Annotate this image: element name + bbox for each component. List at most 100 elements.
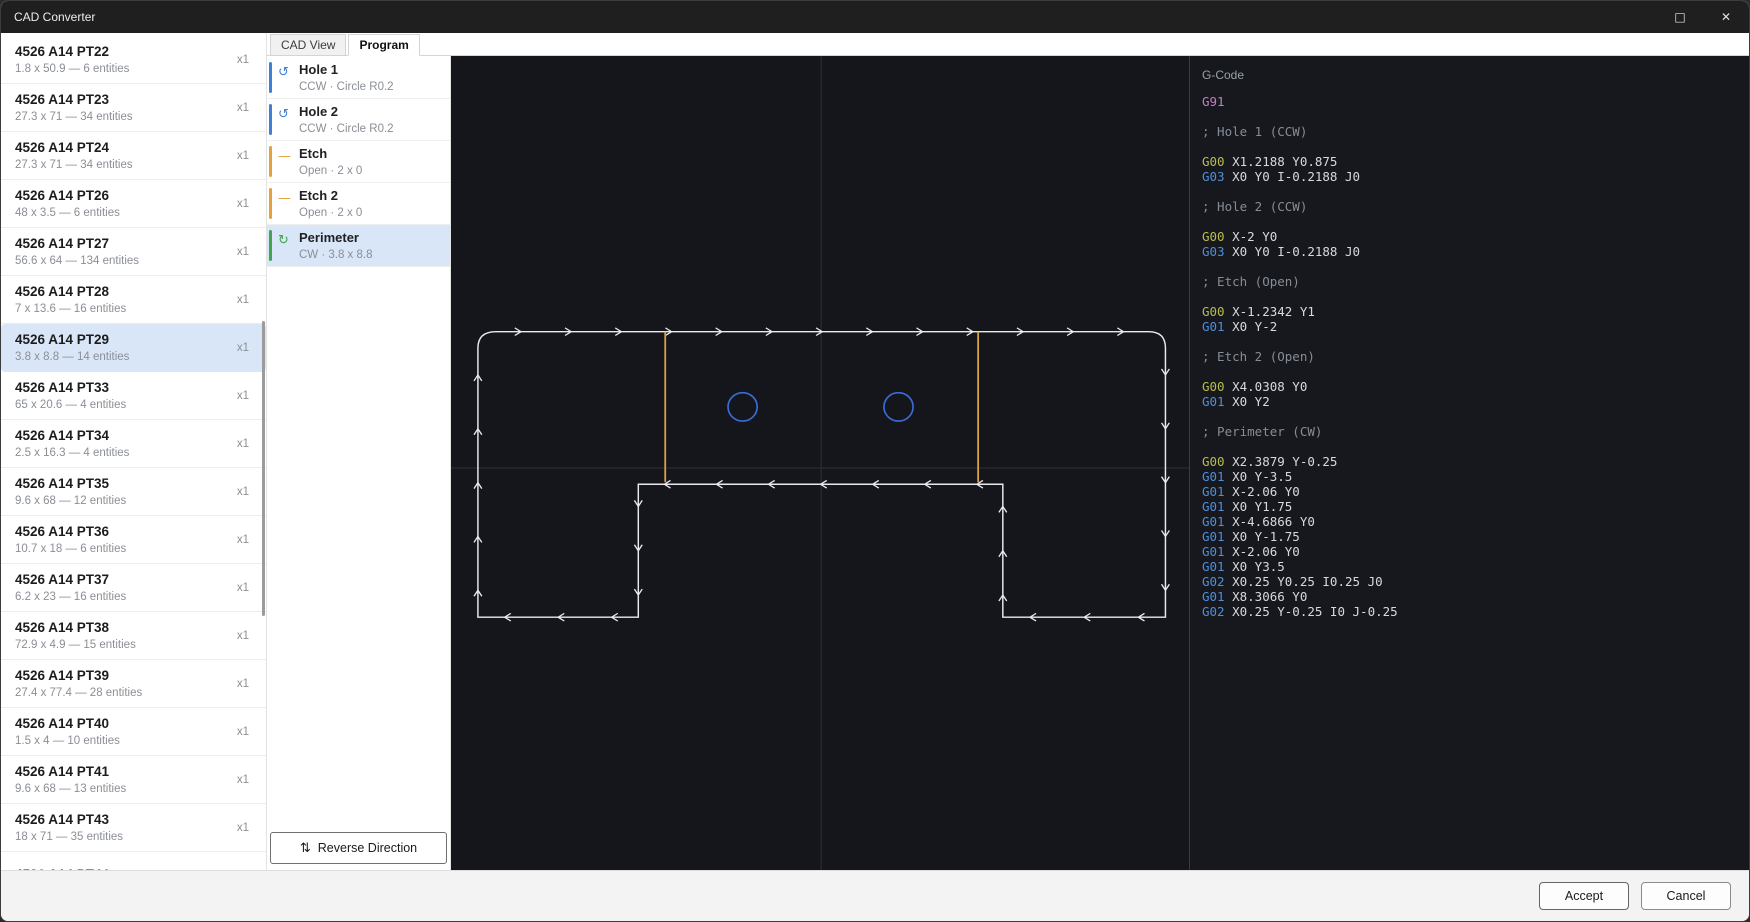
part-name: 4526 A14 PT37 <box>15 572 229 588</box>
part-list-item[interactable]: 4526 A14 PT401.5 x 4 — 10 entitiesx1 <box>1 708 266 756</box>
gcode-args: X2.3879 Y-0.25 <box>1225 454 1338 469</box>
sidebar-scrollbar[interactable] <box>262 321 265 616</box>
part-list-item[interactable]: 4526 A14 PT3927.4 x 77.4 — 28 entitiesx1 <box>1 660 266 708</box>
part-list-item[interactable]: 4526 A14 PT221.8 x 50.9 — 6 entitiesx1 <box>1 36 266 84</box>
reverse-direction-button[interactable]: ⇅ Reverse Direction <box>270 832 447 864</box>
gcode-line <box>1202 439 1737 454</box>
gcode-cmd: G01 <box>1202 499 1225 514</box>
operation-detail: CCW · Circle R0.2 <box>299 81 442 93</box>
part-detail: 48 x 3.5 — 6 entities <box>15 207 229 219</box>
part-detail: 9.6 x 68 — 12 entities <box>15 495 229 507</box>
part-list-item[interactable]: 4526 A14 PT2327.3 x 71 — 34 entitiesx1 <box>1 84 266 132</box>
cad-canvas[interactable] <box>451 56 1189 870</box>
part-list-item[interactable]: 4526 A14 PT293.8 x 8.8 — 14 entitiesx1 <box>1 324 266 372</box>
close-icon[interactable]: ✕ <box>1703 1 1749 33</box>
part-list-item[interactable]: 4526 A14 PT41 9.6 x 68 — 13 entities x1 <box>1 756 266 804</box>
part-detail: 1.5 x 4 — 10 entities <box>15 735 229 747</box>
op-accent-bar <box>269 230 272 261</box>
etch-line-icon: — <box>278 149 291 164</box>
gcode-line: G03 X0 Y0 I-0.2188 J0 <box>1202 169 1737 184</box>
operation-item[interactable]: ↺Hole 2CCW · Circle R0.2 <box>267 99 450 141</box>
gcode-cmd: G00 <box>1202 229 1225 244</box>
gcode-cmd: G01 <box>1202 514 1225 529</box>
cancel-button[interactable]: Cancel <box>1641 882 1731 910</box>
part-list-item[interactable]: 4526 A14 PT3365 x 20.6 — 4 entitiesx1 <box>1 372 266 420</box>
part-name: 4526 A14 PT27 <box>15 236 229 252</box>
tab-body: ↺Hole 1CCW · Circle R0.2↺Hole 2CCW · Cir… <box>267 56 1749 870</box>
gcode-line: G00 X-1.2342 Y1 <box>1202 304 1737 319</box>
tabstrip: CAD ViewProgram <box>267 33 1749 56</box>
accept-button[interactable]: Accept <box>1539 882 1629 910</box>
gcode-args: X0 Y-2 <box>1225 319 1278 334</box>
operation-name: Etch 2 <box>299 189 442 204</box>
gcode-line: G00 X1.2188 Y0.875 <box>1202 154 1737 169</box>
part-name: 4526 A14 PT39 <box>15 668 229 684</box>
gcode-cmd: G01 <box>1202 559 1225 574</box>
part-name: 4526 A14 PT34 <box>15 428 229 444</box>
window: CAD Converter □ ✕ 4526 A14 PT221.8 x 50.… <box>0 0 1750 922</box>
part-list-item[interactable]: 4526 A14 PT3610.7 x 18 — 6 entitiesx1 <box>1 516 266 564</box>
part-detail: 72.9 x 4.9 — 15 entities <box>15 639 229 651</box>
part-list-item[interactable]: 4526 A14 PT2648 x 3.5 — 6 entitiesx1 <box>1 180 266 228</box>
part-info: 4526 A14 PT4318 x 71 — 35 entities <box>15 812 229 843</box>
op-accent-bar <box>269 188 272 219</box>
gcode-line: G01 X0 Y2 <box>1202 394 1737 409</box>
operation-item[interactable]: ↺Hole 1CCW · Circle R0.2 <box>267 57 450 99</box>
gcode-args: X1.2188 Y0.875 <box>1225 154 1338 169</box>
part-qty: x1 <box>237 774 249 786</box>
gcode-line: ; Etch (Open) <box>1202 274 1737 289</box>
part-qty: x1 <box>237 246 249 258</box>
part-detail: 7 x 13.6 — 16 entities <box>15 303 229 315</box>
gcode-line: G01 X-2.06 Y0 <box>1202 484 1737 499</box>
gcode-args: X4.0308 Y0 <box>1225 379 1308 394</box>
part-qty: x1 <box>237 678 249 690</box>
titlebar: CAD Converter □ ✕ <box>1 1 1749 33</box>
gcode-args: X0 Y0 I-0.2188 J0 <box>1225 244 1360 259</box>
gcode-args: X-2.06 Y0 <box>1225 544 1300 559</box>
hole-circle <box>884 393 913 421</box>
part-list-item[interactable]: 4526 A14 PT287 x 13.6 — 16 entitiesx1 <box>1 276 266 324</box>
gcode-line: G02 X0.25 Y-0.25 I0 J-0.25 <box>1202 604 1737 619</box>
part-list-item[interactable]: 4526 A14 PT359.6 x 68 — 12 entitiesx1 <box>1 468 266 516</box>
part-list-item[interactable]: 4526 A14 PT342.5 x 16.3 — 4 entitiesx1 <box>1 420 266 468</box>
tab-program[interactable]: Program <box>348 34 419 56</box>
part-name: 4526 A14 PT26 <box>15 188 229 204</box>
gcode-line: G01 X-2.06 Y0 <box>1202 544 1737 559</box>
operation-item[interactable]: ↻PerimeterCW · 3.8 x 8.8 <box>267 225 450 267</box>
gcode-panel: G-Code G91 ; Hole 1 (CCW) G00 X1.2188 Y0… <box>1189 56 1749 870</box>
part-name: 4526 A14 PT40 <box>15 716 229 732</box>
part-info: 4526 A14 PT2327.3 x 71 — 34 entities <box>15 92 229 123</box>
part-list-item[interactable]: 4526 A14 PT3872.9 x 4.9 — 15 entitiesx1 <box>1 612 266 660</box>
part-name: 4526 A14 PT33 <box>15 380 229 396</box>
gcode-header: G-Code <box>1202 68 1737 82</box>
gcode-cmd: G00 <box>1202 304 1225 319</box>
operation-item[interactable]: —Etch 2Open · 2 x 0 <box>267 183 450 225</box>
tab-cad-view[interactable]: CAD View <box>270 34 346 56</box>
gcode-line: ; Etch 2 (Open) <box>1202 349 1737 364</box>
gcode-line: G00 X-2 Y0 <box>1202 229 1737 244</box>
operation-info: Hole 1 CCW · Circle R0.2 <box>299 63 442 93</box>
part-list-item[interactable]: 4526 A14 PT4318 x 71 — 35 entitiesx1 <box>1 804 266 852</box>
gcode-args: X-4.6866 Y0 <box>1225 514 1315 529</box>
part-name: 4526 A14 PT22 <box>15 44 229 60</box>
operation-info: Etch 2 Open · 2 x 0 <box>299 189 442 219</box>
gcode-lines: G91 ; Hole 1 (CCW) G00 X1.2188 Y0.875G03… <box>1202 94 1737 619</box>
part-info: 4526 A14 PT40 1.5 x 4 — 10 entities <box>15 716 229 747</box>
maximize-icon[interactable]: □ <box>1657 1 1703 33</box>
part-name: 4526 A14 PT41 <box>15 764 229 780</box>
part-list-item[interactable]: 4526 A14 PT2756.6 x 64 — 134 entities x1 <box>1 228 266 276</box>
part-qty: x1 <box>237 342 249 354</box>
part-info: 4526 A14 PT2756.6 x 64 — 134 entities <box>15 236 229 267</box>
part-name: 4526 A14 PT38 <box>15 620 229 636</box>
operation-item[interactable]: —EtchOpen · 2 x 0 <box>267 141 450 183</box>
part-qty: x1 <box>237 390 249 402</box>
operation-detail: Open · 2 x 0 <box>299 207 442 219</box>
gcode-line: G01 X0 Y3.5 <box>1202 559 1737 574</box>
operation-name: Hole 1 <box>299 63 442 78</box>
part-list-item[interactable]: 4526 A14 PT376.2 x 23 — 16 entitiesx1 <box>1 564 266 612</box>
gcode-line <box>1202 334 1737 349</box>
part-detail: 9.6 x 68 — 13 entities <box>15 783 229 795</box>
part-list-item[interactable]: 4526 A14 PT44x1 <box>1 852 266 870</box>
part-list-item[interactable]: 4526 A14 PT2427.3 x 71 — 34 entitiesx1 <box>1 132 266 180</box>
parts-sidebar: 4526 A14 PT221.8 x 50.9 — 6 entitiesx145… <box>1 33 267 870</box>
